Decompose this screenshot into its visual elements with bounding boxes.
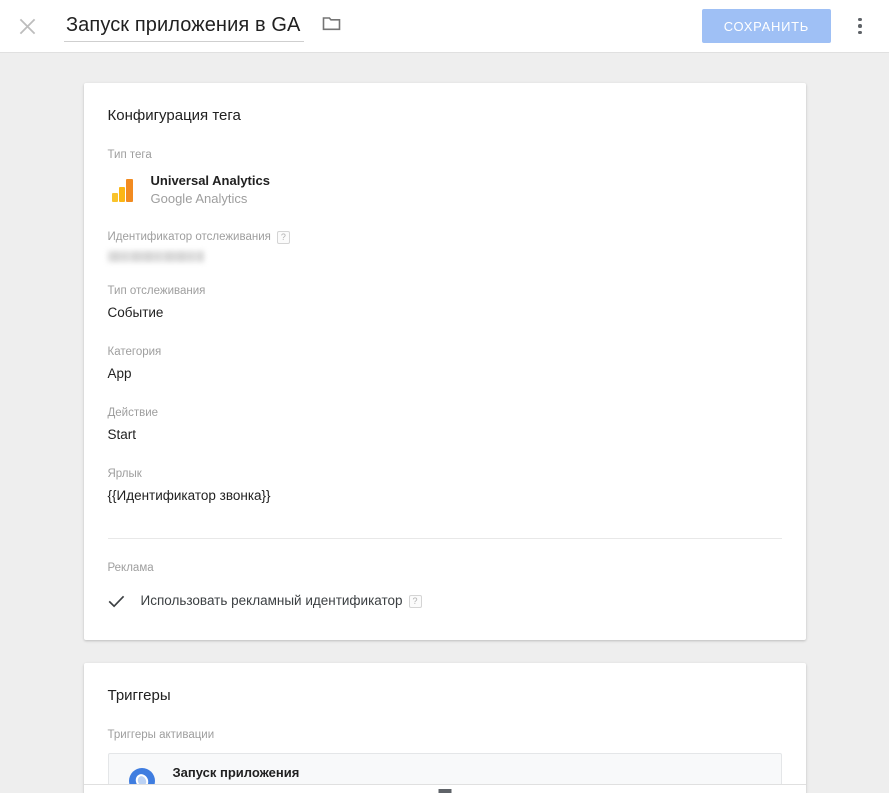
- field-label-advertising: Реклама: [107, 562, 154, 574]
- tag-type-vendor: Google Analytics: [150, 191, 248, 206]
- kebab-dot: [858, 17, 862, 22]
- advertising-id-checkbox-row[interactable]: Использовать рекламный идентификатор ?: [108, 592, 782, 612]
- field-tracking-type: Тип отслеживания Событие: [108, 262, 782, 323]
- advertising-checkbox-label: Использовать рекламный идентификатор ?: [141, 592, 422, 610]
- tag-configuration-card: Конфигурация тега Тип тега Universal Ana…: [83, 83, 806, 640]
- title-area: Запуск приложения в GA: [64, 11, 702, 42]
- close-button[interactable]: [10, 9, 44, 43]
- field-label-category: Категория: [107, 346, 162, 358]
- tag-type-row[interactable]: Universal Analytics Google Analytics: [108, 172, 782, 208]
- field-tracking-id: Идентификатор отслеживания ?: [107, 208, 782, 262]
- field-label-tracking-type: Тип отслеживания: [107, 285, 206, 297]
- bottom-partial-panel: [83, 784, 806, 793]
- tracking-id-value-redacted: [107, 251, 204, 262]
- field-advertising: Реклама Использовать рекламный идентифик…: [108, 539, 782, 640]
- tag-type-name: Universal Analytics: [150, 173, 270, 188]
- more-options-button[interactable]: [847, 9, 873, 43]
- field-category: Категория App: [108, 323, 782, 384]
- kebab-dot: [858, 24, 862, 28]
- tag-configuration-title: Конфигурация тега: [107, 107, 241, 124]
- trigger-name: Запуск приложения: [172, 764, 300, 780]
- field-action: Действие Start: [108, 384, 782, 445]
- field-label-action: Действие: [107, 407, 159, 419]
- drag-handle-icon[interactable]: [438, 789, 451, 793]
- google-analytics-icon: [111, 178, 138, 202]
- field-tag-type: Тип тега Universal Analytics Google Anal…: [108, 126, 782, 208]
- save-button[interactable]: СОХРАНИТЬ: [701, 9, 831, 43]
- help-icon-tracking-id[interactable]: ?: [276, 231, 290, 244]
- field-label-tracking-id: Идентификатор отслеживания ?: [108, 230, 782, 245]
- triggers-title: Триггеры: [107, 687, 171, 704]
- field-label-label: Ярлык: [107, 468, 142, 480]
- advertising-checkbox-text: Использовать рекламный идентификатор: [140, 593, 403, 608]
- field-value-label: {{Идентификатор звонка}}: [107, 488, 271, 503]
- field-label-firing-triggers: Триггеры активации: [107, 729, 215, 741]
- field-value-action: Start: [107, 427, 137, 442]
- help-icon-advertising[interactable]: ?: [408, 594, 422, 608]
- checkmark-icon: [108, 595, 130, 608]
- triggers-card: Триггеры Триггеры активации Запуск прило…: [83, 663, 806, 793]
- triggers-body: Триггеры активации Запуск приложения Спе…: [84, 706, 806, 793]
- folder-button[interactable]: [318, 13, 344, 39]
- tag-type-text: Universal Analytics Google Analytics: [151, 172, 270, 208]
- field-label-tag-type: Тип тега: [107, 149, 152, 161]
- field-value-tracking-type: Событие: [107, 305, 164, 320]
- folder-icon: [322, 15, 341, 37]
- close-icon: [19, 18, 36, 35]
- page-content: Конфигурация тега Тип тега Universal Ana…: [0, 53, 889, 793]
- tag-name-input[interactable]: Запуск приложения в GA: [64, 11, 305, 42]
- tag-configuration-body: Тип тега Universal Analytics Google Anal…: [84, 126, 806, 640]
- field-label-text: Идентификатор отслеживания: [107, 231, 271, 243]
- field-value-category: App: [107, 366, 132, 381]
- app-header: Запуск приложения в GA СОХРАНИТЬ: [0, 0, 889, 53]
- kebab-dot: [858, 30, 862, 35]
- field-label-tag: Ярлык {{Идентификатор звонка}}: [108, 445, 782, 506]
- field-firing-triggers: Триггеры активации Запуск приложения Спе…: [107, 706, 782, 793]
